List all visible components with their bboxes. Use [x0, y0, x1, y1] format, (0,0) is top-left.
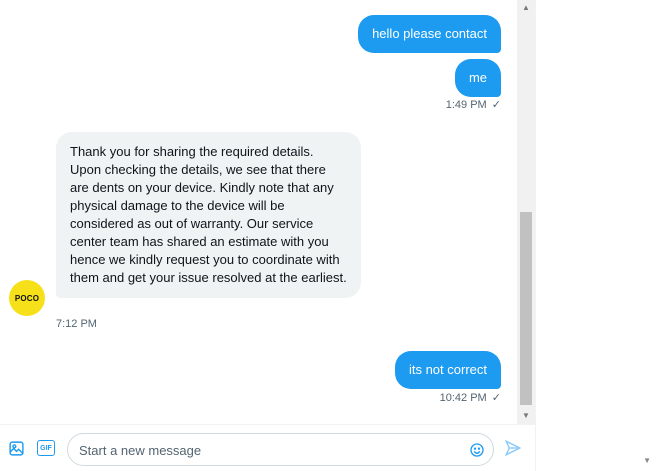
- emoji-icon[interactable]: [469, 442, 485, 463]
- message-timestamp: 10:42 PM ✓: [439, 392, 501, 404]
- message-bubble-sent[interactable]: hello please contact: [358, 15, 501, 53]
- sent-check-icon: ✓: [491, 392, 501, 404]
- send-icon[interactable]: [503, 438, 523, 458]
- message-timestamp: 7:12 PM: [56, 318, 97, 330]
- gif-icon[interactable]: GIF: [36, 438, 56, 458]
- conversation-pane: hello please contact me 1:49 PM ✓ Thank …: [0, 0, 535, 471]
- message-text: Thank you for sharing the required detai…: [70, 144, 347, 285]
- message-input[interactable]: [79, 440, 469, 460]
- message-bubble-sent[interactable]: me: [454, 59, 501, 97]
- message-text: its not correct: [408, 362, 487, 377]
- message-composer: GIF: [0, 424, 535, 471]
- scroll-down-arrow[interactable]: ▼: [517, 408, 535, 422]
- image-icon[interactable]: [6, 438, 26, 458]
- message-bubble-sent[interactable]: its not correct: [394, 351, 501, 389]
- sent-check-icon: ✓: [491, 99, 501, 111]
- message-bubble-received[interactable]: Thank you for sharing the required detai…: [56, 132, 361, 298]
- message-text: hello please contact: [372, 26, 487, 41]
- message-list: hello please contact me 1:49 PM ✓ Thank …: [0, 0, 517, 424]
- avatar[interactable]: POCO: [9, 280, 45, 316]
- side-panel: ▼: [535, 0, 657, 471]
- message-timestamp: 1:49 PM ✓: [445, 99, 501, 111]
- scroll-thumb[interactable]: [520, 212, 532, 405]
- message-scrollbar[interactable]: ▲ ▼: [517, 0, 535, 424]
- message-input-container[interactable]: [67, 433, 494, 466]
- message-text: me: [468, 70, 487, 85]
- side-scroll-down-arrow[interactable]: ▼: [643, 456, 651, 465]
- scroll-up-arrow[interactable]: ▲: [517, 0, 535, 14]
